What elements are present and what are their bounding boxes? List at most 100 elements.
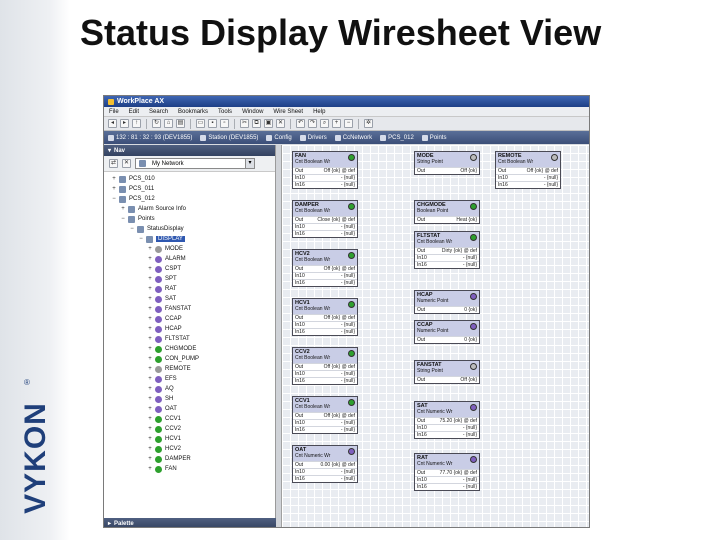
view-icon[interactable]: ▤ <box>176 119 185 128</box>
up-icon[interactable]: ↑ <box>132 119 141 128</box>
tree-node[interactable]: + FAN <box>104 464 275 474</box>
menu-item[interactable]: Tools <box>218 109 232 115</box>
delete-icon[interactable]: ✕ <box>276 119 285 128</box>
tree-node[interactable]: + CCAP <box>104 314 275 324</box>
block-slot[interactable]: Out Off {ok} @ def <box>293 265 357 272</box>
expand-toggle-icon[interactable]: + <box>147 436 153 442</box>
tree-node[interactable]: + HCV2 <box>104 444 275 454</box>
tree-node[interactable]: + CHGMODE <box>104 344 275 354</box>
block-slot[interactable]: In10 - {null} <box>293 370 357 377</box>
locator-crumb[interactable]: 132 : 81 : 32 : 93 (DEV1855) <box>108 134 192 141</box>
wiresheet-block[interactable]: FLTSTAT Cnt Boolean Wr Out Dirty {ok} @ def… <box>414 231 480 269</box>
tree-node[interactable]: + PCS_011 <box>104 184 275 194</box>
locator-crumb[interactable]: Station (DEV1855) <box>200 134 258 141</box>
expand-toggle-icon[interactable]: + <box>147 466 153 472</box>
tree-node[interactable]: + DAMPER <box>104 454 275 464</box>
tree-node[interactable]: + SPT <box>104 274 275 284</box>
expand-toggle-icon[interactable]: + <box>147 366 153 372</box>
expand-toggle-icon[interactable]: − <box>111 196 117 202</box>
block-slot[interactable]: In10 - {null} <box>293 419 357 426</box>
block-slot[interactable]: Out Off {ok} @ def <box>293 363 357 370</box>
block-slot[interactable]: In10 - {null} <box>415 476 479 483</box>
tree-node[interactable]: + CSPT <box>104 264 275 274</box>
save-icon[interactable]: ▪ <box>208 119 217 128</box>
expand-toggle-icon[interactable]: + <box>120 206 126 212</box>
block-slot[interactable]: Out 75.20 {ok} @ def <box>415 417 479 424</box>
settings-icon[interactable]: ✲ <box>364 119 373 128</box>
zoom-icon[interactable]: ⌕ <box>320 119 329 128</box>
tree-node[interactable]: + PCS_010 <box>104 174 275 184</box>
block-slot[interactable]: Out Off {ok} <box>415 167 479 174</box>
nav-sync-icon[interactable]: ⇄ <box>109 159 118 168</box>
locator-crumb[interactable]: PCS_012 <box>380 134 414 141</box>
tree-node[interactable]: + CCV1 <box>104 414 275 424</box>
block-slot[interactable]: In10 - {null} <box>293 174 357 181</box>
expand-toggle-icon[interactable]: + <box>147 356 153 362</box>
expand-toggle-icon[interactable]: + <box>147 326 153 332</box>
block-slot[interactable]: Out Close {ok} @ def <box>293 216 357 223</box>
expand-toggle-icon[interactable]: − <box>129 226 135 232</box>
menu-item[interactable]: Bookmarks <box>178 109 208 115</box>
tree-node[interactable]: + HCAP <box>104 324 275 334</box>
menu-item[interactable]: Window <box>242 109 263 115</box>
expand-toggle-icon[interactable]: + <box>111 186 117 192</box>
expand-toggle-icon[interactable]: + <box>147 386 153 392</box>
block-slot[interactable]: In16 - {null} <box>415 431 479 438</box>
tree-node[interactable]: − Points <box>104 214 275 224</box>
expand-icon[interactable]: ▸ <box>108 520 111 527</box>
expand-toggle-icon[interactable]: + <box>147 286 153 292</box>
tree-node[interactable]: + EFS <box>104 374 275 384</box>
expand-toggle-icon[interactable]: + <box>147 396 153 402</box>
block-slot[interactable]: In16 - {null} <box>293 426 357 433</box>
wiresheet-block[interactable]: DAMPER Cnt Boolean Wr Out Close {ok} @ def I… <box>292 200 358 238</box>
menu-item[interactable]: Wire Sheet <box>273 109 303 115</box>
collapse-icon[interactable]: ▾ <box>108 147 111 154</box>
tree-node[interactable]: + SAT <box>104 294 275 304</box>
block-slot[interactable]: Out 77.70 {ok} @ def <box>415 469 479 476</box>
wiresheet-block[interactable]: FAN Cnt Boolean Wr Out Off {ok} @ def In10 - … <box>292 151 358 189</box>
expand-toggle-icon[interactable]: + <box>147 266 153 272</box>
block-slot[interactable]: In16 - {null} <box>415 261 479 268</box>
block-slot[interactable]: Out Heat {ok} <box>415 216 479 223</box>
block-slot[interactable]: In16 - {null} <box>496 181 560 188</box>
wiresheet-block[interactable]: HCAP Numeric Point Out 0 {ok} <box>414 290 480 314</box>
expand-toggle-icon[interactable]: + <box>147 456 153 462</box>
forward-icon[interactable]: ▸ <box>120 119 129 128</box>
menu-item[interactable]: Search <box>149 109 168 115</box>
nav-close-icon[interactable]: ✕ <box>122 159 131 168</box>
chevron-down-icon[interactable]: ▾ <box>245 159 254 168</box>
tree-node[interactable]: − DISPLAY <box>104 234 275 244</box>
copy-icon[interactable]: ⧉ <box>252 119 261 128</box>
block-slot[interactable]: Out Off {ok} @ def <box>293 167 357 174</box>
expand-toggle-icon[interactable]: + <box>111 176 117 182</box>
tree-node[interactable]: + RAT <box>104 284 275 294</box>
tree-node[interactable]: + MODE <box>104 244 275 254</box>
expand-toggle-icon[interactable]: + <box>147 416 153 422</box>
block-slot[interactable]: In16 - {null} <box>293 475 357 482</box>
expand-toggle-icon[interactable]: + <box>147 276 153 282</box>
wiresheet-canvas[interactable]: FAN Cnt Boolean Wr Out Off {ok} @ def In10- … <box>282 145 589 527</box>
wiresheet-block[interactable]: HCV1 Cnt Boolean Wr Out Off {ok} @ def In10 -… <box>292 298 358 336</box>
undo-icon[interactable]: ↶ <box>296 119 305 128</box>
locator-crumb[interactable]: Drivers <box>299 134 327 141</box>
block-slot[interactable]: In10 - {null} <box>293 223 357 230</box>
paste-icon[interactable]: ▣ <box>264 119 273 128</box>
expand-toggle-icon[interactable]: + <box>147 246 153 252</box>
locator-crumb[interactable]: CcNetwork <box>334 134 372 141</box>
block-slot[interactable]: Out Dirty {ok} @ def <box>415 247 479 254</box>
block-slot[interactable]: In16 - {null} <box>293 328 357 335</box>
back-icon[interactable]: ◂ <box>108 119 117 128</box>
block-slot[interactable]: In10 - {null} <box>415 254 479 261</box>
home-icon[interactable]: ⌂ <box>164 119 173 128</box>
open-icon[interactable]: ▭ <box>196 119 205 128</box>
tree-node[interactable]: + AQ <box>104 384 275 394</box>
wiresheet-block[interactable]: CCAP Numeric Point Out 0 {ok} <box>414 320 480 344</box>
expand-toggle-icon[interactable]: + <box>147 346 153 352</box>
zoom-out-icon[interactable]: − <box>344 119 353 128</box>
expand-toggle-icon[interactable]: + <box>147 426 153 432</box>
tree-node[interactable]: + HCV1 <box>104 434 275 444</box>
wiresheet-block[interactable]: CHGMODE Boolean Point Out Heat {ok} <box>414 200 480 224</box>
wiresheet-block[interactable]: FANSTAT String Point Out Off {ok} <box>414 360 480 384</box>
tree-node[interactable]: + SH <box>104 394 275 404</box>
block-slot[interactable]: Out Off {ok} @ def <box>293 412 357 419</box>
